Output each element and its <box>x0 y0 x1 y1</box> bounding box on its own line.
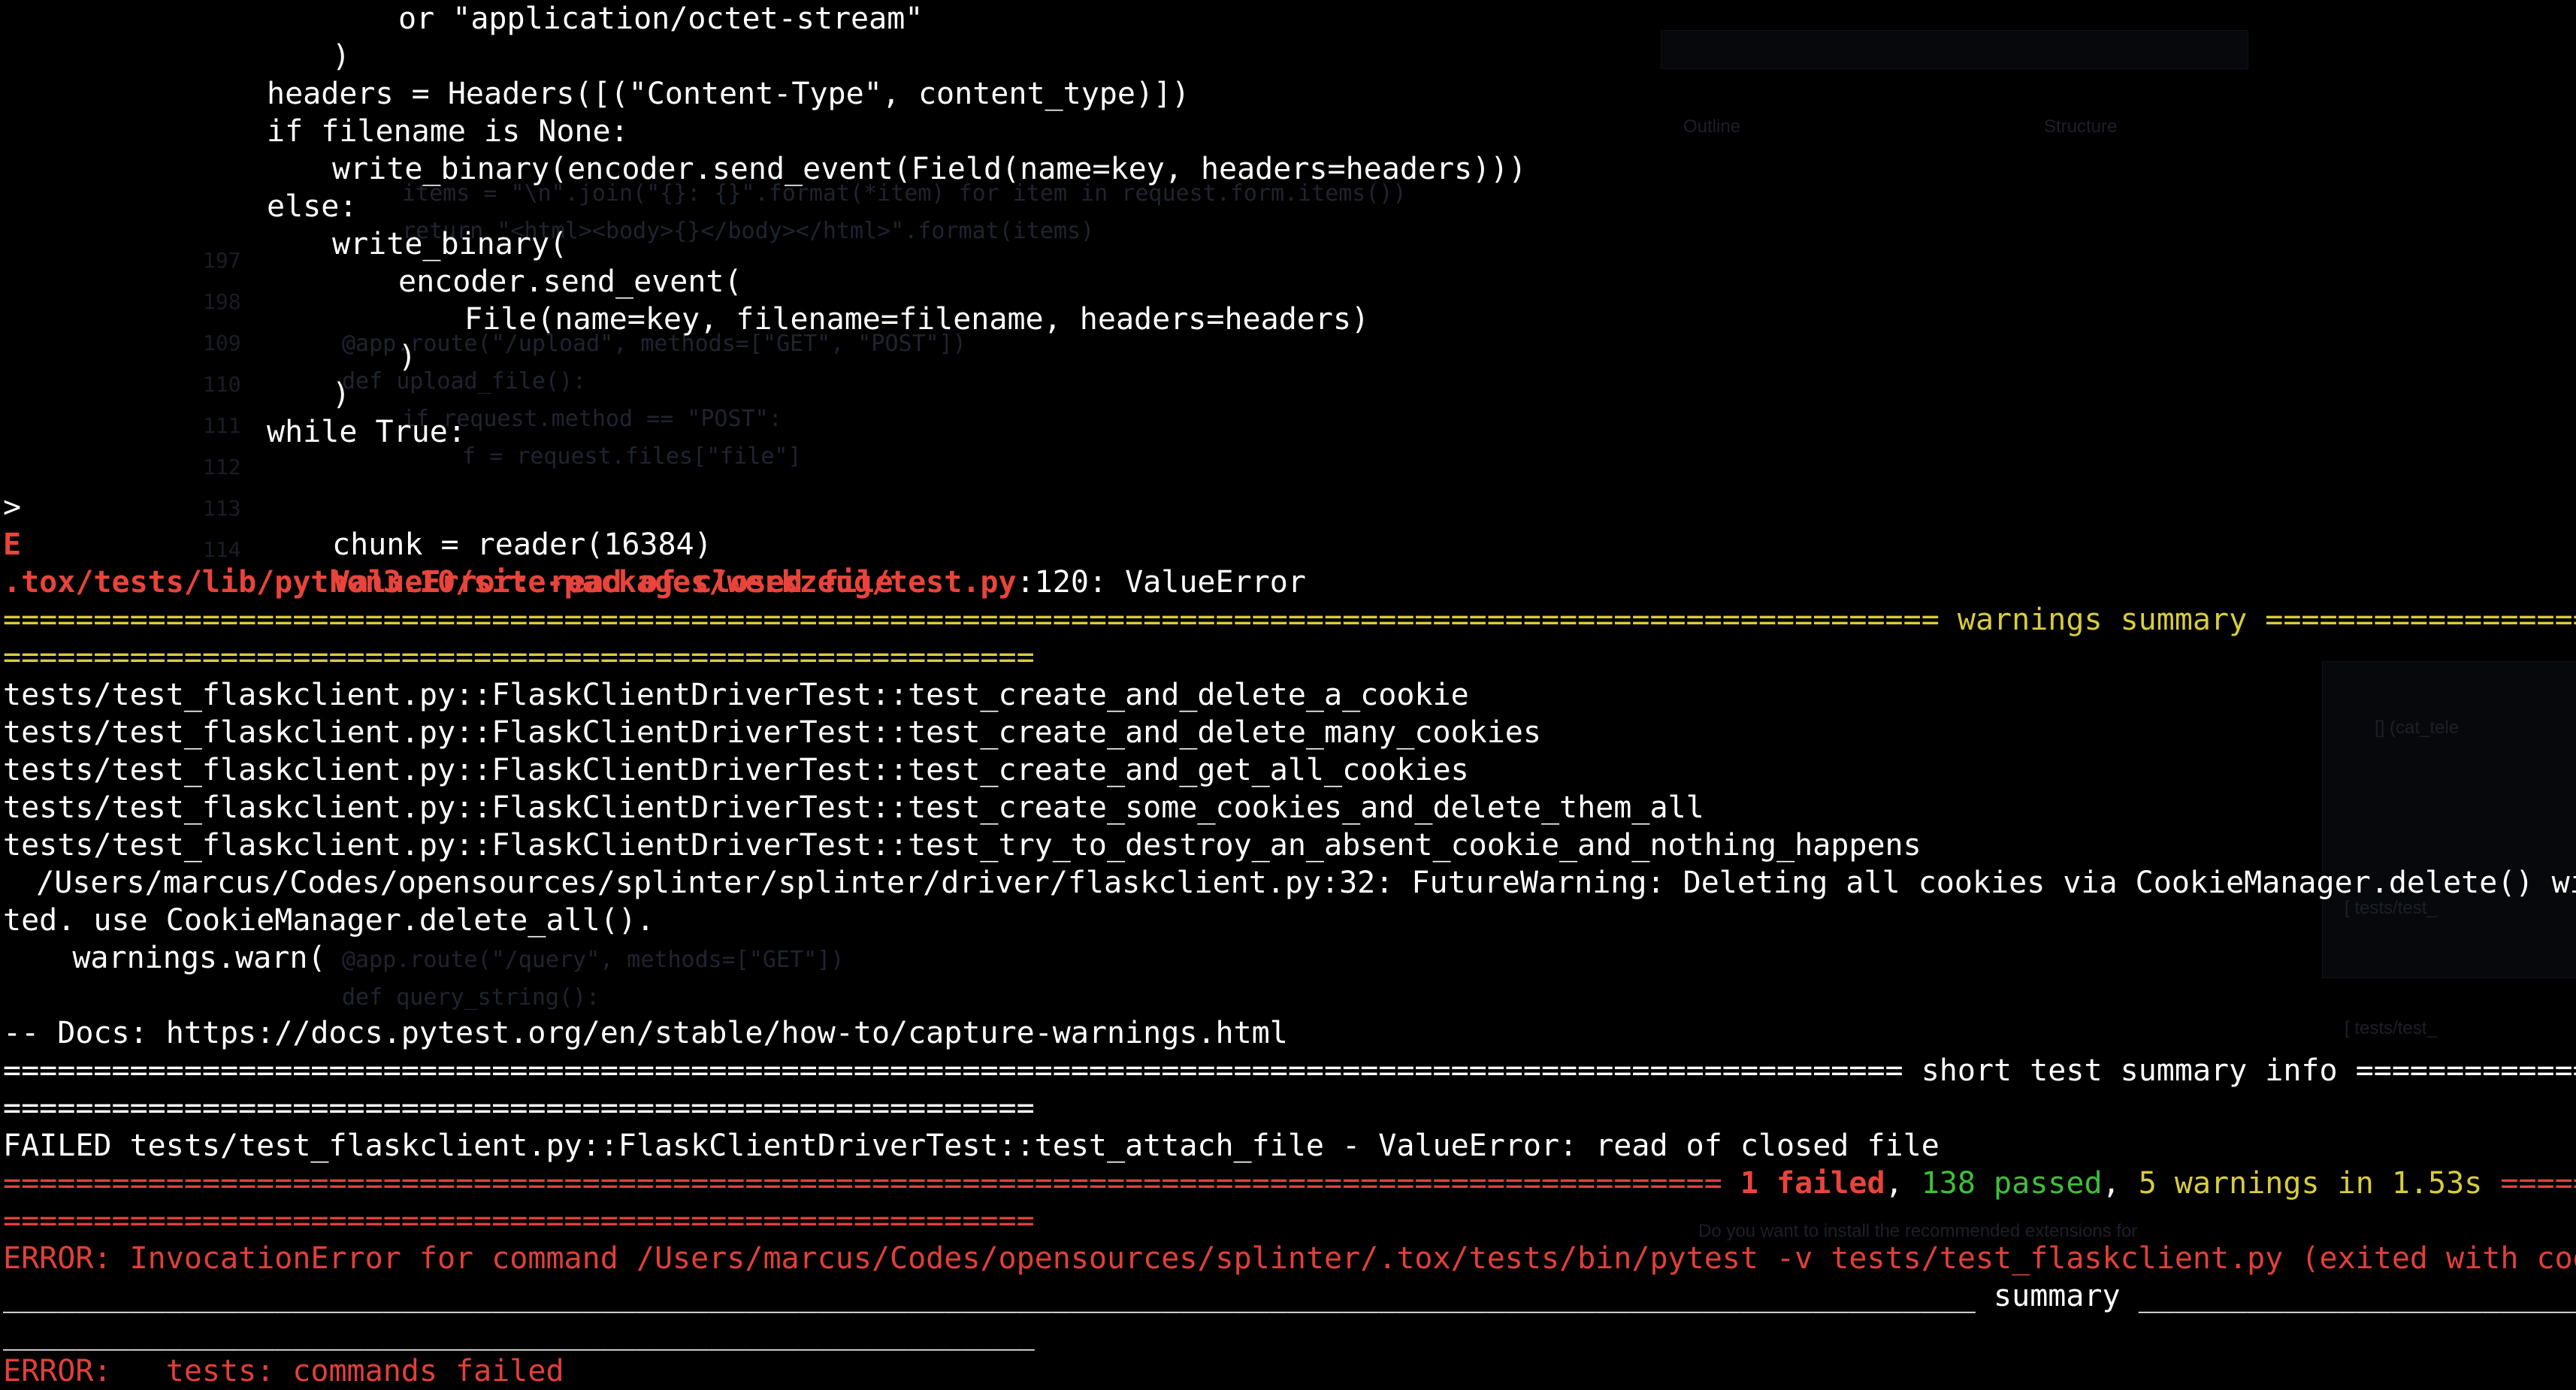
failed-test-line: FAILED tests/test_flaskclient.py::FlaskC… <box>3 1129 1940 1163</box>
warnings-warn-call: warnings.warn( <box>0 941 326 975</box>
code-line: if filename is None: <box>267 114 629 149</box>
code-line: File(name=key, filename=filename, header… <box>464 302 1370 337</box>
result-line: ========================================… <box>3 1166 2576 1201</box>
warning-test-item: tests/test_flaskclient.py::FlaskClientDr… <box>3 790 1704 825</box>
warning-test-item: tests/test_flaskclient.py::FlaskClientDr… <box>3 828 1921 863</box>
warning-test-item: tests/test_flaskclient.py::FlaskClientDr… <box>3 678 1469 712</box>
code-line: encoder.send_event( <box>398 264 742 299</box>
warning-test-item: tests/test_flaskclient.py::FlaskClientDr… <box>3 753 1469 787</box>
code-line: write_binary( <box>332 227 568 261</box>
code-line: write_binary(encoder.send_event(Field(na… <box>332 152 1527 186</box>
code-line: ) <box>332 377 351 412</box>
warnings-summary-separator: ========================================… <box>3 603 2576 637</box>
separator-wrap: ========================================… <box>3 1091 1035 1126</box>
traceback-location: .tox/tests/lib/python3.10/site-packages/… <box>3 565 1306 600</box>
code-line: headers = Headers([("Content-Type", cont… <box>267 77 1190 111</box>
future-warning-text: ted. use CookieManager.delete_all(). <box>3 903 655 938</box>
traceback-path: .tox/tests/lib/python3.10/site-packages/… <box>3 565 1017 600</box>
terminal-window[interactable]: 197 198 109 110 111 112 113 114 items = … <box>0 0 2576 1390</box>
commands-failed-error: ERROR: tests: commands failed <box>3 1354 564 1388</box>
code-line: while True: <box>267 415 466 449</box>
failed-count: 1 failed <box>1740 1166 1885 1201</box>
code-line-current: > chunk = reader(16384) <box>3 490 712 562</box>
separator-wrap: ========================================… <box>3 1204 1035 1238</box>
code-line: or "application/octet-stream" <box>398 2 924 36</box>
error-marker: E <box>3 527 22 562</box>
error-line: E ValueError: read of closed file <box>0 488 893 600</box>
invocation-error: ERROR: InvocationError for command /User… <box>3 1241 2576 1276</box>
code-line: ) <box>332 39 351 74</box>
passed-count: 138 passed <box>1921 1166 2103 1201</box>
short-summary-separator: ========================================… <box>3 1053 2576 1088</box>
warning-test-item: tests/test_flaskclient.py::FlaskClientDr… <box>3 715 1541 750</box>
duration: in 1.53s <box>2319 1166 2501 1201</box>
future-warning-text: /Users/marcus/Codes/opensources/splinter… <box>0 866 2576 900</box>
separator-wrap: ========================================… <box>3 640 1035 675</box>
code-line: ) <box>398 340 417 374</box>
warnings-count: 5 warnings <box>2138 1166 2320 1201</box>
tox-summary-separator: ________________________________________… <box>3 1279 2576 1313</box>
docs-link-line[interactable]: -- Docs: https://docs.pytest.org/en/stab… <box>0 1014 1288 1052</box>
code-line: else: <box>267 189 358 224</box>
separator-wrap: ________________________________________… <box>3 1316 1035 1351</box>
